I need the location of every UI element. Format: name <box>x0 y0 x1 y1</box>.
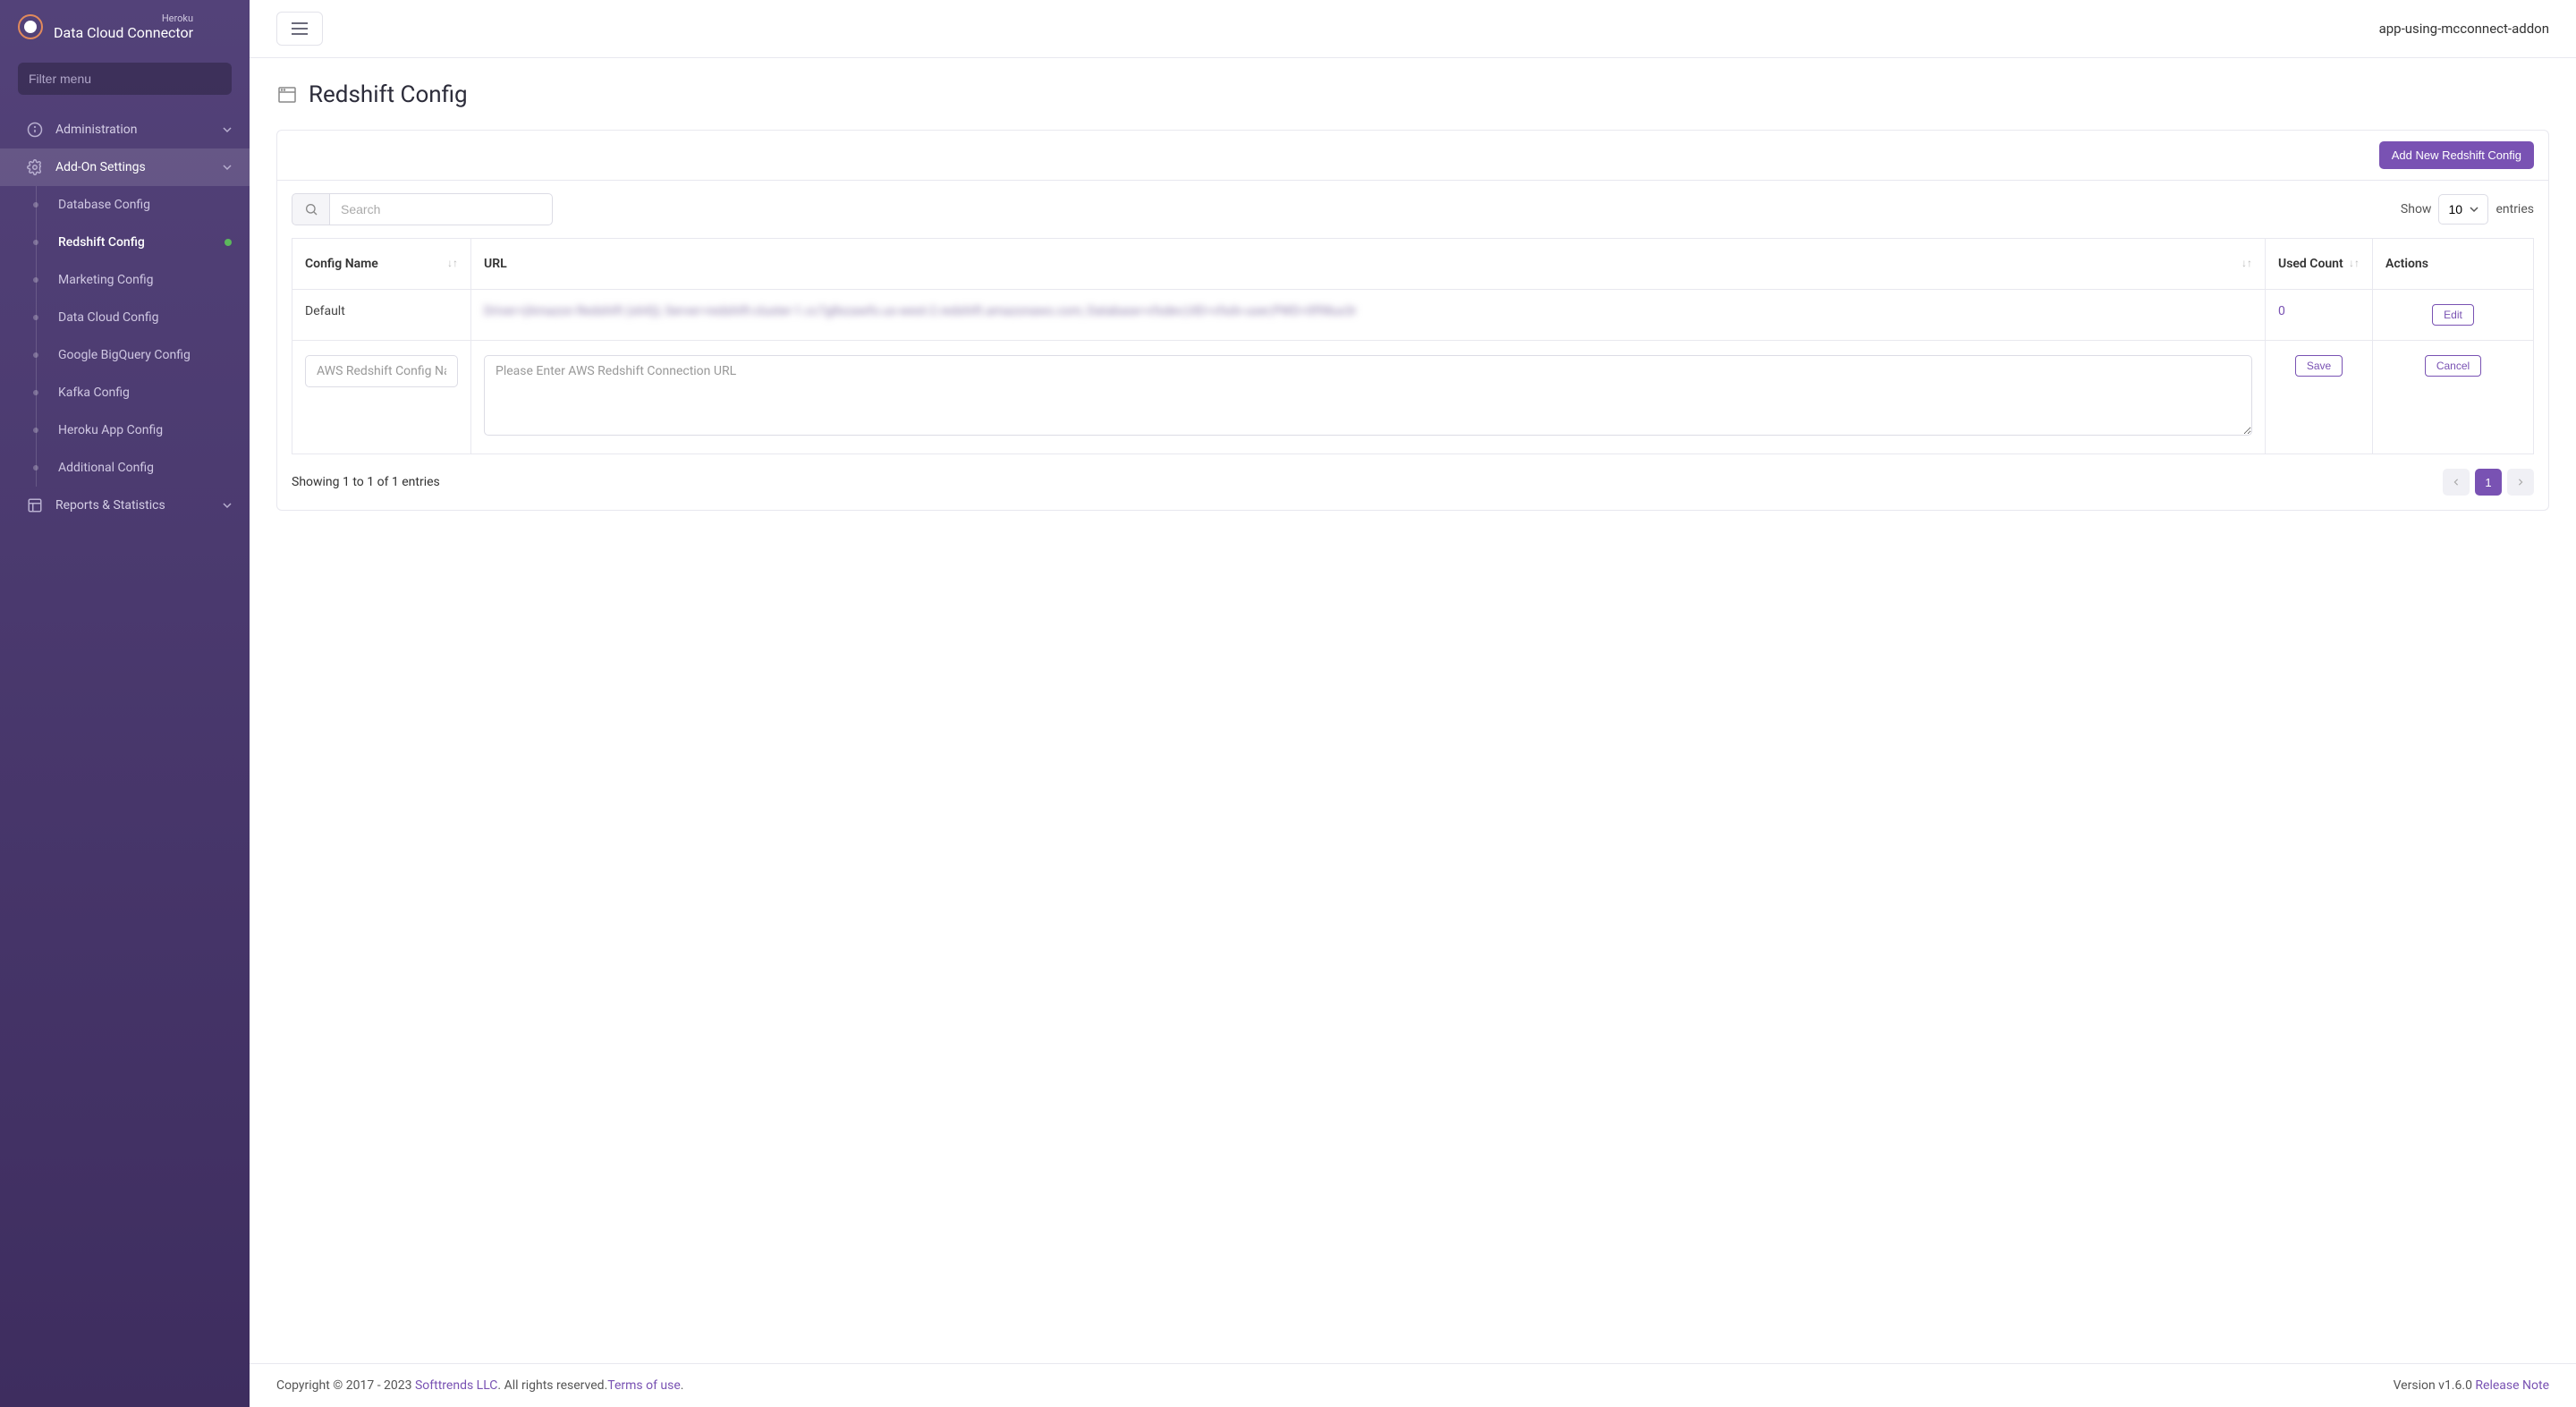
main-area: app-using-mcconnect-addon Redshift Confi… <box>250 0 2576 1407</box>
nav-sub-marketing-config[interactable]: Marketing Config <box>37 261 250 299</box>
nav-item-addon-settings[interactable]: Add-On Settings <box>0 148 250 186</box>
card-footer: Showing 1 to 1 of 1 entries 1 <box>277 454 2548 510</box>
config-table: Config Name ↓↑ URL ↓↑ Used Count ↓↑ <box>292 238 2534 454</box>
app-name-label: app-using-mcconnect-addon <box>2379 21 2549 37</box>
show-label: Show <box>2401 202 2432 216</box>
cell-new-save: Save <box>2266 341 2373 454</box>
footer: Copyright © 2017 - 2023 Softtrends LLC. … <box>250 1363 2576 1407</box>
sidebar-nav: Administration Add-On Settings Database … <box>0 104 250 1407</box>
brand-super: Heroku <box>54 13 193 24</box>
th-url[interactable]: URL ↓↑ <box>471 239 2266 290</box>
page-1-button[interactable]: 1 <box>2475 469 2502 496</box>
nav-sub-label: Kafka Config <box>58 386 130 400</box>
sidebar-filter-wrap <box>0 54 250 104</box>
chevron-down-icon <box>223 125 232 134</box>
footer-left: Copyright © 2017 - 2023 Softtrends LLC. … <box>276 1378 683 1393</box>
search-group <box>292 193 553 225</box>
sidebar-filter-input[interactable] <box>18 63 232 95</box>
nav-sub-additional-config[interactable]: Additional Config <box>37 449 250 487</box>
nav-sub-label: Database Config <box>58 198 150 212</box>
release-note-link[interactable]: Release Note <box>2475 1378 2549 1393</box>
nav-sub-label: Heroku App Config <box>58 423 163 437</box>
cell-new-url <box>471 341 2266 454</box>
active-indicator-icon <box>225 239 232 246</box>
table-info: Showing 1 to 1 of 1 entries <box>292 475 440 489</box>
page-heading: Redshift Config <box>276 81 2549 108</box>
footer-right: Version v1.6.0 Release Note <box>2394 1378 2549 1393</box>
nav-sub-label: Redshift Config <box>58 235 145 250</box>
search-input[interactable] <box>329 193 553 225</box>
sort-icon: ↓↑ <box>447 257 458 269</box>
th-config-name[interactable]: Config Name ↓↑ <box>292 239 471 290</box>
info-icon <box>27 122 43 138</box>
sort-icon: ↓↑ <box>2349 257 2360 269</box>
card-header: Add New Redshift Config <box>277 131 2548 181</box>
nav-item-reports-statistics[interactable]: Reports & Statistics <box>0 487 250 524</box>
nav-sub-kafka-config[interactable]: Kafka Config <box>37 374 250 411</box>
sidebar-toggle-button[interactable] <box>276 12 323 46</box>
table-row-new: Save Cancel <box>292 341 2534 454</box>
search-icon <box>292 193 329 225</box>
chevron-right-icon <box>2517 479 2524 486</box>
company-link[interactable]: Softtrends LLC <box>415 1378 497 1393</box>
page-title: Redshift Config <box>309 81 468 108</box>
brand-title: Data Cloud Connector <box>54 24 193 41</box>
sidebar: Heroku Data Cloud Connector Administrati… <box>0 0 250 1407</box>
config-name-input[interactable] <box>305 355 458 387</box>
cancel-button[interactable]: Cancel <box>2425 355 2481 377</box>
sidebar-header: Heroku Data Cloud Connector <box>0 0 250 54</box>
nav-sub-database-config[interactable]: Database Config <box>37 186 250 224</box>
nav-sub-label: Data Cloud Config <box>58 310 159 325</box>
card-controls: Show 10 entries <box>277 181 2548 238</box>
cell-new-name <box>292 341 471 454</box>
cell-actions: Edit <box>2373 290 2534 341</box>
chevron-left-icon <box>2453 479 2460 486</box>
nav-sub-heroku-app-config[interactable]: Heroku App Config <box>37 411 250 449</box>
entries-label: entries <box>2496 202 2534 216</box>
nav-sub-label: Google BigQuery Config <box>58 348 191 362</box>
nav-sub-label: Marketing Config <box>58 273 153 287</box>
used-count-link[interactable]: 0 <box>2278 304 2285 318</box>
nav-sub-google-bigquery-config[interactable]: Google BigQuery Config <box>37 336 250 374</box>
nav-sub-redshift-config[interactable]: Redshift Config <box>37 224 250 261</box>
topbar: app-using-mcconnect-addon <box>250 0 2576 58</box>
nav-label: Administration <box>55 123 137 137</box>
cell-used-count: 0 <box>2266 290 2373 341</box>
hamburger-icon <box>292 22 308 35</box>
content: Redshift Config Add New Redshift Config … <box>250 58 2576 1363</box>
table-wrap: Config Name ↓↑ URL ↓↑ Used Count ↓↑ <box>277 238 2548 454</box>
terms-link[interactable]: Terms of use <box>607 1378 681 1393</box>
table-row: Default Driver={Amazon Redshift (x64)}; … <box>292 290 2534 341</box>
next-page-button[interactable] <box>2507 469 2534 496</box>
nav-item-administration[interactable]: Administration <box>0 111 250 148</box>
gear-icon <box>27 159 43 175</box>
chevron-down-icon <box>223 163 232 172</box>
nav-label: Add-On Settings <box>55 160 146 174</box>
config-card: Add New Redshift Config Show 10 entries <box>276 130 2549 511</box>
prev-page-button[interactable] <box>2443 469 2470 496</box>
connection-url-textarea[interactable] <box>484 355 2252 436</box>
nav-label: Reports & Statistics <box>55 498 165 513</box>
add-new-redshift-config-button[interactable]: Add New Redshift Config <box>2379 141 2534 169</box>
cell-new-cancel: Cancel <box>2373 341 2534 454</box>
save-button[interactable]: Save <box>2295 355 2343 377</box>
chevron-down-icon <box>223 501 232 510</box>
nav-sub-data-cloud-config[interactable]: Data Cloud Config <box>37 299 250 336</box>
cell-url: Driver={Amazon Redshift (x64)}; Server=r… <box>471 290 2266 341</box>
nav-sub-label: Additional Config <box>58 461 154 475</box>
reports-icon <box>27 497 43 513</box>
entries-select[interactable]: 10 <box>2438 194 2488 225</box>
sort-icon: ↓↑ <box>2241 257 2252 269</box>
cell-config-name: Default <box>292 290 471 341</box>
pagination: 1 <box>2443 469 2534 496</box>
th-actions: Actions <box>2373 239 2534 290</box>
th-used-count[interactable]: Used Count ↓↑ <box>2266 239 2373 290</box>
nav-sub-addon: Database Config Redshift Config Marketin… <box>36 186 250 487</box>
brand-logo <box>18 14 43 39</box>
brand-title-block: Heroku Data Cloud Connector <box>54 13 193 41</box>
window-icon <box>276 84 298 106</box>
show-entries: Show 10 entries <box>2401 194 2534 225</box>
edit-button[interactable]: Edit <box>2432 304 2474 326</box>
